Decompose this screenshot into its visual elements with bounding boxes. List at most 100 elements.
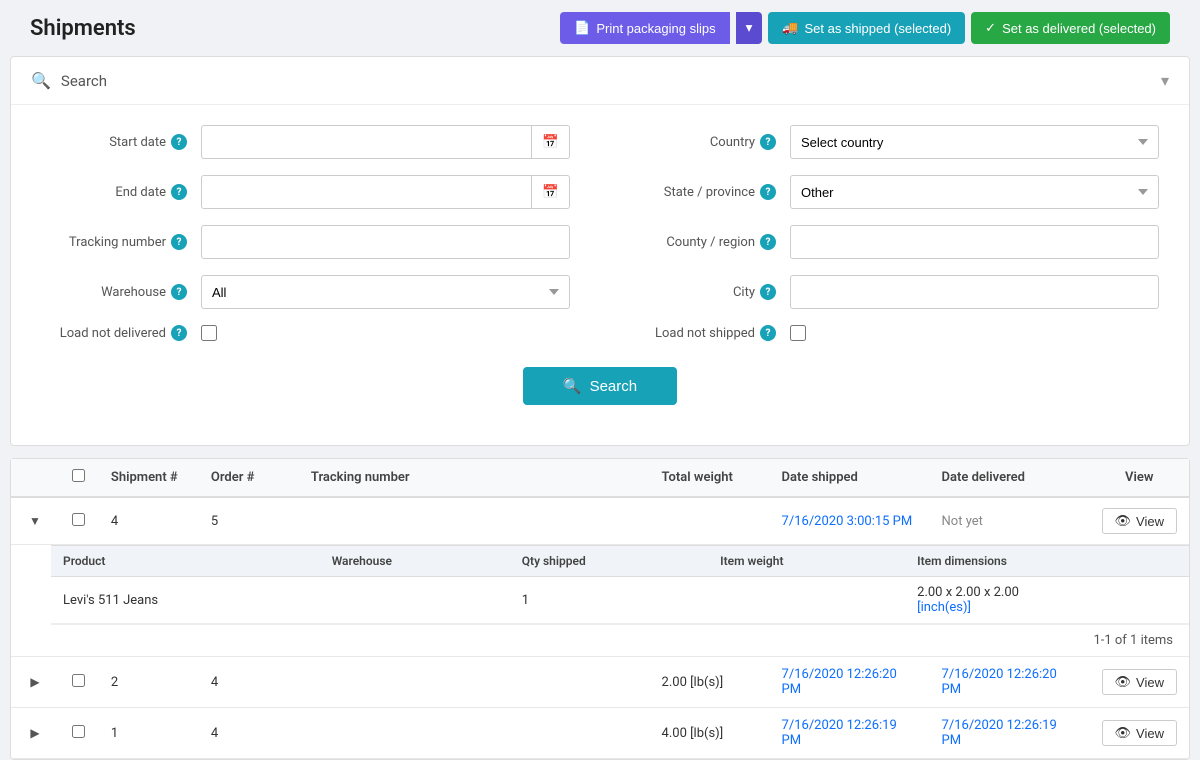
load-not-shipped-help-icon[interactable]: ? bbox=[760, 325, 776, 341]
row-check-cell bbox=[59, 708, 99, 759]
warehouse-label: Warehouse ? bbox=[41, 284, 201, 300]
table-header-row: Shipment # Order # Tracking number Total… bbox=[11, 459, 1189, 497]
eye-icon: 👁 bbox=[1115, 725, 1132, 741]
search-panel-title: 🔍 Search bbox=[31, 71, 107, 90]
sub-item-weight-cell bbox=[708, 577, 905, 624]
print-icon: 📄 bbox=[574, 20, 590, 36]
county-label: County / region ? bbox=[630, 234, 790, 250]
col-check-header bbox=[59, 459, 99, 497]
sub-col-product: Product bbox=[51, 546, 320, 577]
search-button[interactable]: 🔍 Search bbox=[523, 367, 677, 405]
row-check-cell bbox=[59, 497, 99, 545]
tracking-input[interactable] bbox=[201, 225, 570, 259]
row-checkbox[interactable] bbox=[72, 674, 85, 687]
load-not-shipped-checkbox-wrap bbox=[790, 325, 806, 341]
view-button[interactable]: 👁 View bbox=[1102, 720, 1177, 746]
view-cell: 👁 View bbox=[1090, 657, 1189, 708]
sub-dimensions-cell: 2.00 x 2.00 x 2.00 [inch(es)] bbox=[905, 577, 1189, 624]
state-label: State / province ? bbox=[630, 184, 790, 200]
country-label: Country ? bbox=[630, 134, 790, 150]
state-help-icon[interactable]: ? bbox=[760, 184, 776, 200]
search-right-col: Country ? Select country State / provinc… bbox=[630, 125, 1159, 357]
col-view-header: View bbox=[1090, 459, 1189, 497]
end-date-calendar-button[interactable]: 📅 bbox=[531, 175, 570, 209]
collapse-row-button[interactable]: ▼ bbox=[23, 512, 47, 530]
view-button[interactable]: 👁 View bbox=[1102, 669, 1177, 695]
search-btn-icon: 🔍 bbox=[563, 377, 582, 395]
sub-table-row: Levi's 511 Jeans 1 2.00 x 2.00 x 2.00 [i… bbox=[51, 577, 1189, 624]
print-dropdown-arrow[interactable]: ▾ bbox=[736, 12, 763, 44]
pagination-info: 1-1 of 1 items bbox=[51, 624, 1189, 656]
load-not-delivered-row: Load not delivered ? bbox=[41, 325, 570, 341]
print-packaging-button[interactable]: 📄 Print packaging slips bbox=[560, 12, 729, 44]
set-as-delivered-button[interactable]: ✓ Set as delivered (selected) bbox=[971, 12, 1170, 44]
end-date-help-icon[interactable]: ? bbox=[171, 184, 187, 200]
row-checkbox[interactable] bbox=[72, 513, 85, 526]
eye-icon: 👁 bbox=[1115, 674, 1132, 690]
end-date-input[interactable] bbox=[201, 175, 531, 209]
country-help-icon[interactable]: ? bbox=[760, 134, 776, 150]
tracking-cell bbox=[299, 708, 650, 759]
city-help-icon[interactable]: ? bbox=[760, 284, 776, 300]
weight-cell: 4.00 [lb(s)] bbox=[650, 708, 770, 759]
col-order-header: Order # bbox=[199, 459, 299, 497]
warehouse-select[interactable]: All Warehouse 1 Warehouse 2 bbox=[201, 275, 570, 309]
order-num-cell: 4 bbox=[199, 708, 299, 759]
select-all-checkbox[interactable] bbox=[72, 469, 85, 482]
city-row: City ? bbox=[630, 275, 1159, 309]
row-check-cell bbox=[59, 657, 99, 708]
sub-product-cell: Levi's 511 Jeans bbox=[51, 577, 320, 624]
date-shipped-cell: 7/16/2020 3:00:15 PM bbox=[770, 497, 930, 545]
end-date-label: End date ? bbox=[41, 184, 201, 200]
country-select[interactable]: Select country bbox=[790, 125, 1159, 159]
shipment-num-cell: 1 bbox=[99, 708, 199, 759]
date-delivered-cell: 7/16/2020 12:26:19 PM bbox=[930, 708, 1090, 759]
start-date-input[interactable] bbox=[201, 125, 531, 159]
load-not-delivered-help-icon[interactable]: ? bbox=[171, 325, 187, 341]
weight-cell bbox=[650, 497, 770, 545]
state-select[interactable]: Other bbox=[790, 175, 1159, 209]
view-button[interactable]: 👁 View bbox=[1102, 508, 1177, 534]
load-not-shipped-checkbox[interactable] bbox=[790, 325, 806, 341]
tracking-help-icon[interactable]: ? bbox=[171, 234, 187, 250]
expand-row-button[interactable]: ▶ bbox=[24, 673, 45, 691]
search-panel: 🔍 Search ▾ Start date ? � bbox=[10, 56, 1190, 446]
search-actions: 🔍 Search bbox=[41, 357, 1159, 425]
collapse-icon[interactable]: ▾ bbox=[1161, 71, 1169, 90]
start-date-calendar-button[interactable]: 📅 bbox=[531, 125, 570, 159]
city-input[interactable] bbox=[790, 275, 1159, 309]
county-input[interactable] bbox=[790, 225, 1159, 259]
load-not-shipped-label: Load not shipped ? bbox=[630, 325, 790, 341]
page-title: Shipments bbox=[30, 16, 136, 41]
expanded-detail-row: Product Warehouse Qty shipped Item weigh… bbox=[11, 545, 1189, 657]
shipments-table-section: Shipment # Order # Tracking number Total… bbox=[10, 458, 1190, 760]
date-delivered-cell: 7/16/2020 12:26:20 PM bbox=[930, 657, 1090, 708]
col-expand-header bbox=[11, 459, 59, 497]
sub-qty-cell: 1 bbox=[510, 577, 708, 624]
view-cell: 👁 View bbox=[1090, 708, 1189, 759]
start-date-help-icon[interactable]: ? bbox=[171, 134, 187, 150]
col-shipment-header: Shipment # bbox=[99, 459, 199, 497]
search-panel-header: 🔍 Search ▾ bbox=[11, 57, 1189, 105]
load-not-delivered-checkbox[interactable] bbox=[201, 325, 217, 341]
row-checkbox[interactable] bbox=[72, 725, 85, 738]
search-icon: 🔍 bbox=[31, 71, 51, 90]
load-not-shipped-row: Load not shipped ? bbox=[630, 325, 1159, 341]
expand-cell: ▼ bbox=[11, 497, 59, 545]
county-help-icon[interactable]: ? bbox=[760, 234, 776, 250]
tracking-cell bbox=[299, 497, 650, 545]
search-body: Start date ? 📅 End date ? bbox=[11, 105, 1189, 445]
set-as-shipped-button[interactable]: 🚚 Set as shipped (selected) bbox=[768, 12, 965, 44]
order-num-cell: 5 bbox=[199, 497, 299, 545]
state-row: State / province ? Other bbox=[630, 175, 1159, 209]
view-cell: 👁 View bbox=[1090, 497, 1189, 545]
dimensions-unit[interactable]: [inch(es)] bbox=[917, 600, 971, 615]
shipment-num-cell: 2 bbox=[99, 657, 199, 708]
sub-table-header-row: Product Warehouse Qty shipped Item weigh… bbox=[51, 546, 1189, 577]
start-date-label: Start date ? bbox=[41, 134, 201, 150]
tracking-cell bbox=[299, 657, 650, 708]
header-actions: 📄 Print packaging slips ▾ 🚚 Set as shipp… bbox=[560, 12, 1170, 44]
warehouse-help-icon[interactable]: ? bbox=[171, 284, 187, 300]
expand-row-button[interactable]: ▶ bbox=[24, 724, 45, 742]
date-shipped-cell: 7/16/2020 12:26:19 PM bbox=[770, 708, 930, 759]
